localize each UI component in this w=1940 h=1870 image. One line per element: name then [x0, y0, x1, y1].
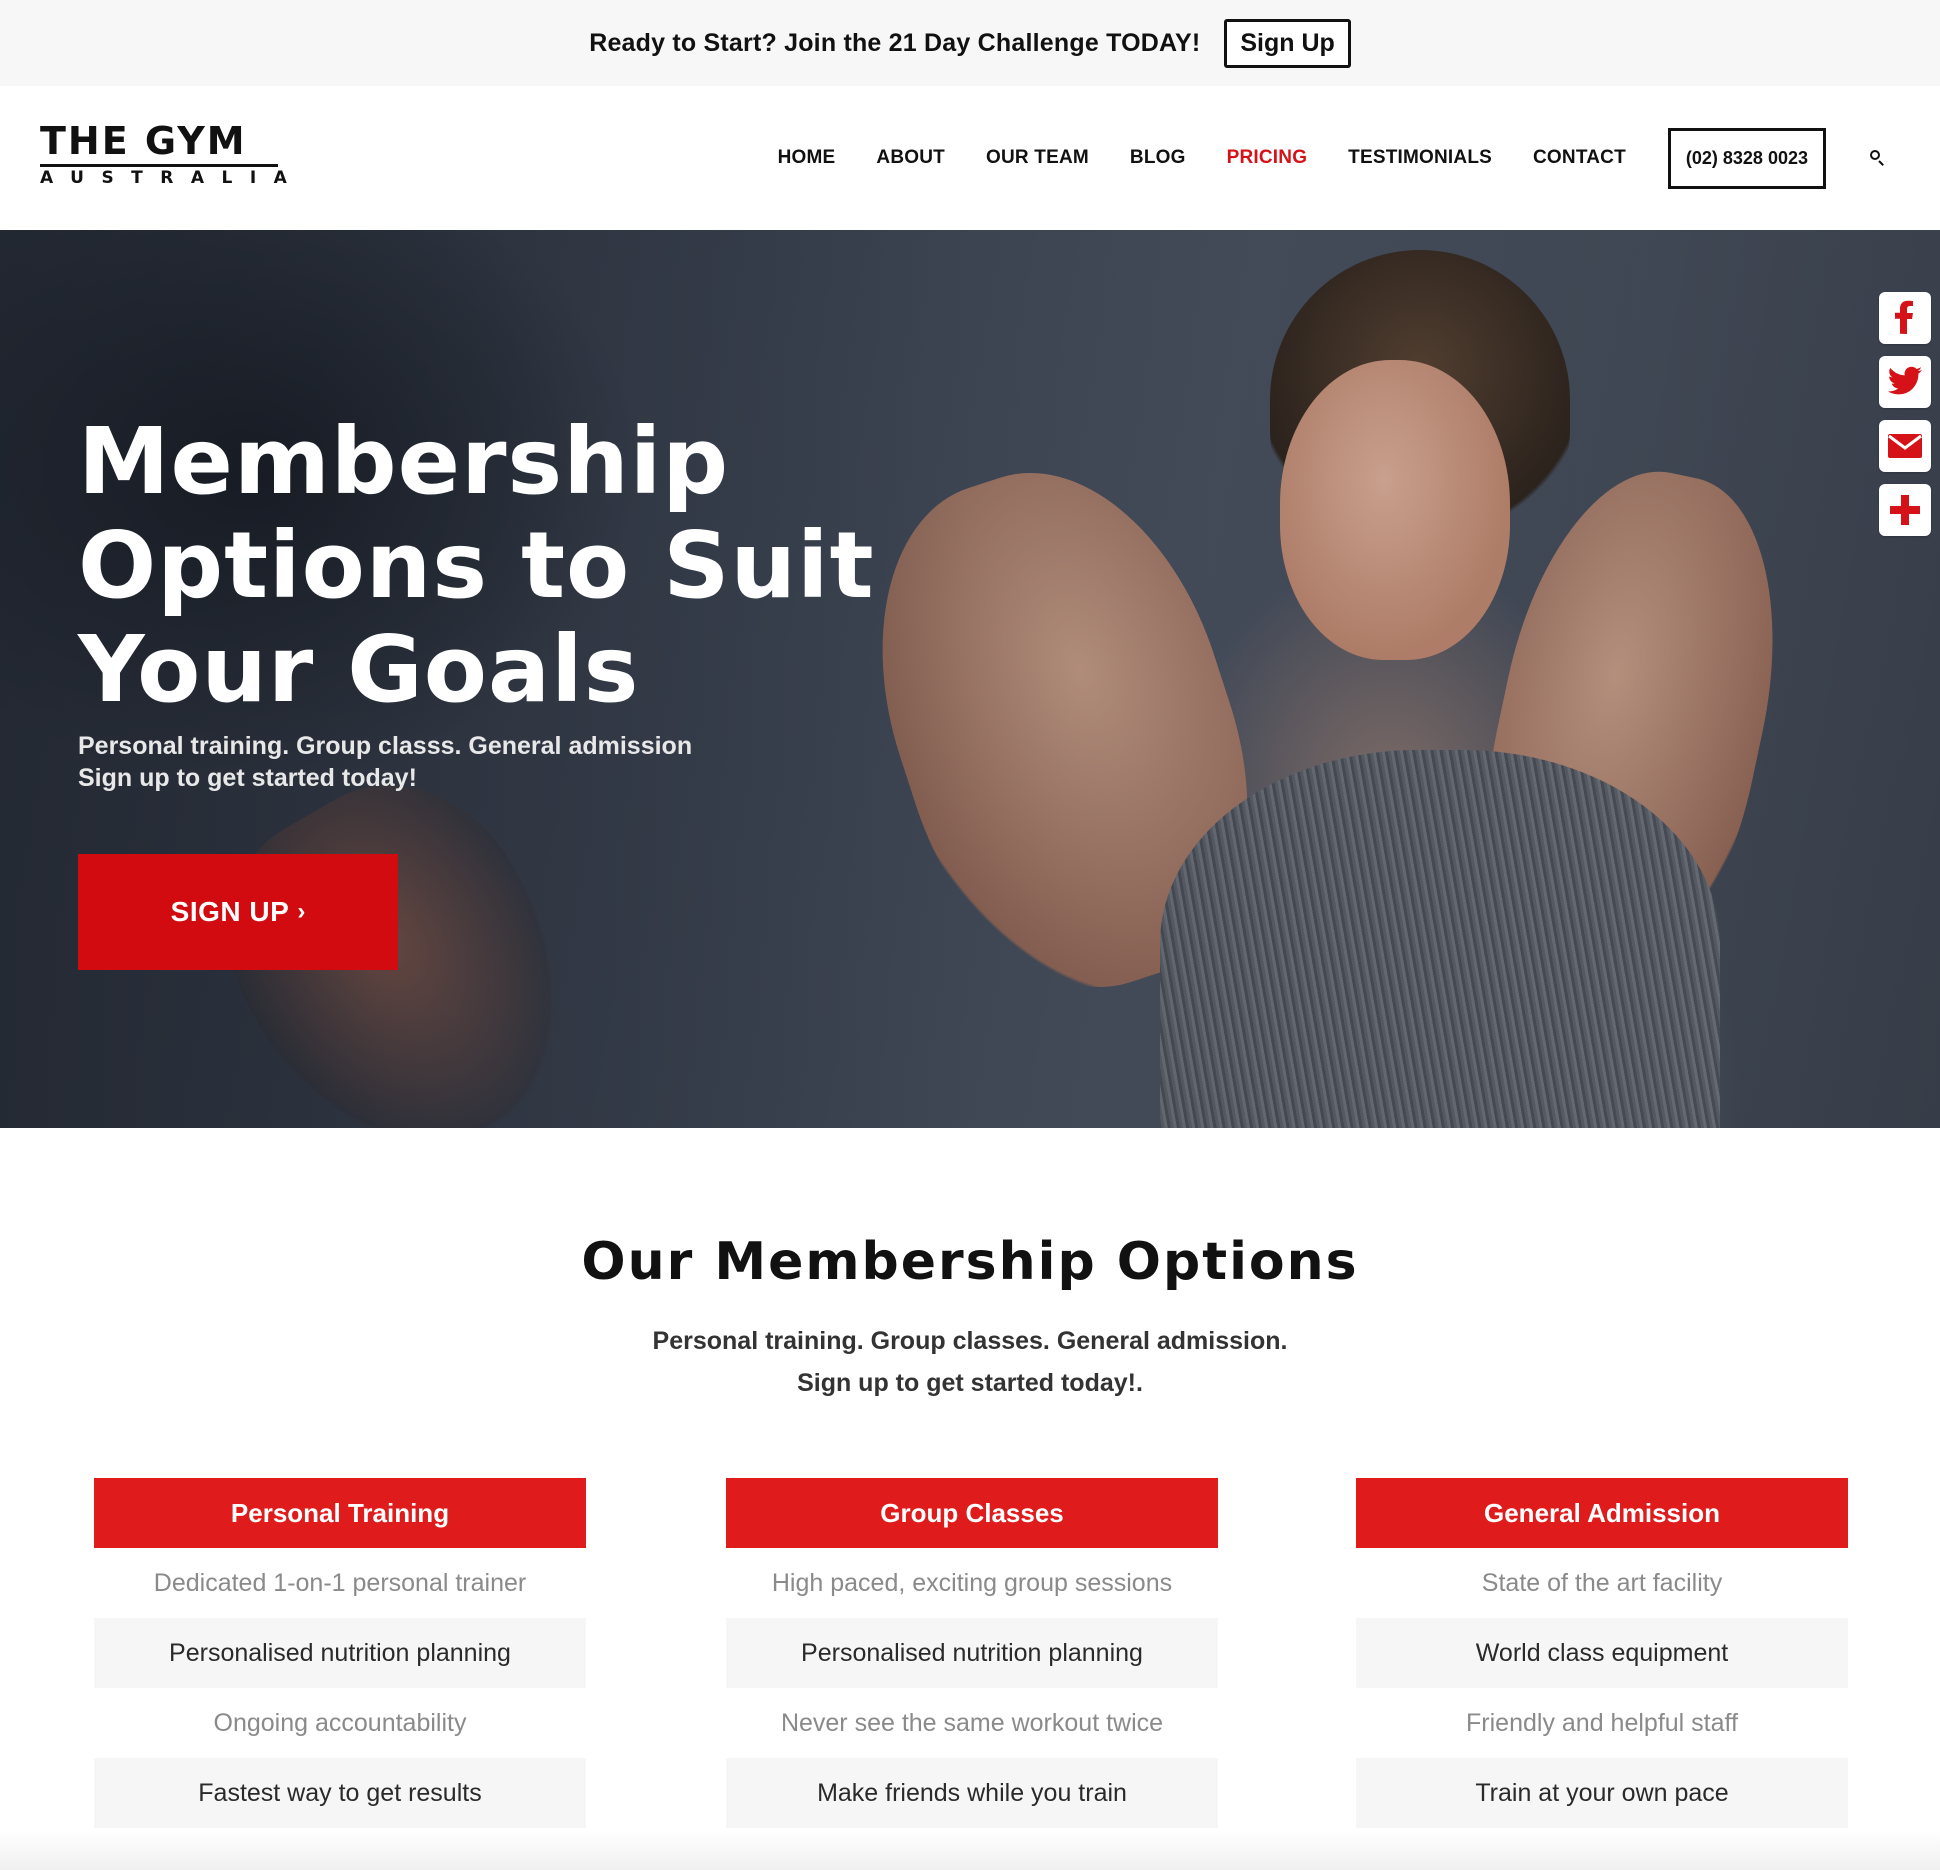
plan-feature: Make friends while you train — [726, 1758, 1218, 1828]
plan-card-group-classes: Group Classes High paced, exciting group… — [726, 1478, 1218, 1828]
plan-feature: Fastest way to get results — [94, 1758, 586, 1828]
plan-card-personal-training: Personal Training Dedicated 1-on-1 perso… — [94, 1478, 586, 1828]
site-logo[interactable]: THE GYM AUSTRALIA — [40, 119, 287, 188]
hero-title: Membership Options to Suit Your Goals — [78, 408, 875, 723]
search-icon[interactable] — [1870, 150, 1886, 166]
nav-item-blog[interactable]: BLOG — [1130, 147, 1186, 169]
hero-signup-button[interactable]: SIGN UP › — [78, 854, 398, 970]
email-icon[interactable] — [1879, 420, 1931, 472]
plan-feature: Train at your own pace — [1356, 1758, 1848, 1828]
nav-item-about[interactable]: ABOUT — [876, 147, 945, 169]
announcement-signup-button[interactable]: Sign Up — [1224, 18, 1351, 68]
chevron-right-icon: › — [297, 898, 306, 925]
logo-line2: AUSTRALIA — [40, 168, 305, 188]
plan-feature: Never see the same workout twice — [726, 1688, 1218, 1758]
plan-header[interactable]: Personal Training — [94, 1478, 586, 1548]
plan-header[interactable]: General Admission — [1356, 1478, 1848, 1548]
site-header: THE GYM AUSTRALIA HOME ABOUT OUR TEAM BL… — [0, 86, 1940, 230]
logo-line1: THE GYM — [40, 119, 247, 163]
nav-item-pricing[interactable]: PRICING — [1227, 147, 1308, 169]
announcement-bar: Ready to Start? Join the 21 Day Challeng… — [0, 0, 1940, 86]
announcement-text: Ready to Start? Join the 21 Day Challeng… — [589, 28, 1201, 57]
share-bar — [1879, 292, 1931, 548]
nav-item-testimonials[interactable]: TESTIMONIALS — [1348, 147, 1492, 169]
options-subtitle: Personal training. Group classes. Genera… — [0, 1320, 1940, 1404]
plan-card-general-admission: General Admission State of the art facil… — [1356, 1478, 1848, 1828]
hero-subtitle-line1: Personal training. Group classs. General… — [78, 732, 693, 760]
hero-subtitle-line2: Sign up to get started today! — [78, 764, 417, 792]
options-subtitle-line1: Personal training. Group classes. Genera… — [652, 1327, 1288, 1355]
nav-item-contact[interactable]: CONTACT — [1533, 147, 1626, 169]
plus-icon[interactable] — [1879, 484, 1931, 536]
plan-feature: State of the art facility — [1356, 1548, 1848, 1618]
twitter-icon[interactable] — [1879, 356, 1931, 408]
logo-rule — [40, 164, 278, 167]
plan-feature: Personalised nutrition planning — [94, 1618, 586, 1688]
hero-banner: Membership Options to Suit Your Goals Pe… — [0, 230, 1940, 1128]
plan-feature: Dedicated 1-on-1 personal trainer — [94, 1548, 586, 1618]
options-title: Our Membership Options — [581, 1232, 1359, 1292]
plan-header[interactable]: Group Classes — [726, 1478, 1218, 1548]
plan-feature: World class equipment — [1356, 1618, 1848, 1688]
hero-subtitle: Personal training. Group classs. General… — [78, 730, 692, 794]
plan-feature: Ongoing accountability — [94, 1688, 586, 1758]
bottom-fade — [0, 1830, 1940, 1870]
plan-feature: High paced, exciting group sessions — [726, 1548, 1218, 1618]
facebook-icon[interactable] — [1879, 292, 1931, 344]
main-nav: HOME ABOUT OUR TEAM BLOG PRICING TESTIMO… — [737, 86, 1940, 230]
plan-feature: Personalised nutrition planning — [726, 1618, 1218, 1688]
plan-feature: Friendly and helpful staff — [1356, 1688, 1848, 1758]
hero-signup-label: SIGN UP — [170, 896, 290, 927]
nav-item-our-team[interactable]: OUR TEAM — [986, 147, 1089, 169]
nav-item-home[interactable]: HOME — [778, 147, 836, 169]
options-subtitle-line2: Sign up to get started today!. — [797, 1369, 1143, 1397]
phone-button[interactable]: (02) 8328 0023 — [1667, 127, 1826, 189]
